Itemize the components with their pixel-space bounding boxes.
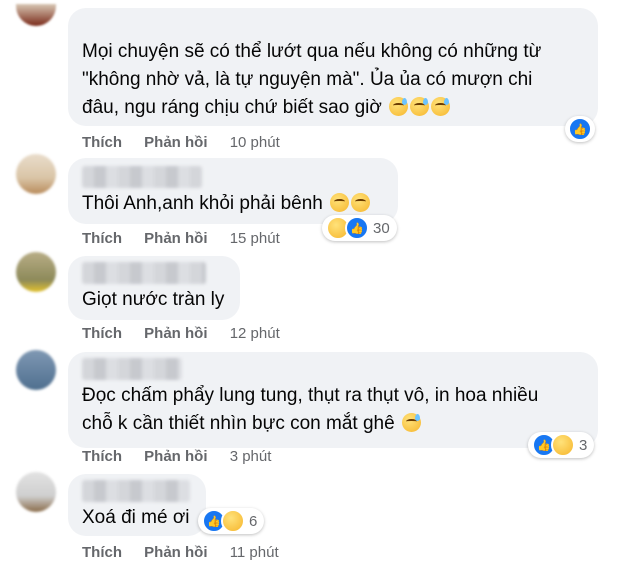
timestamp[interactable]: 15 phút xyxy=(230,230,280,247)
like-link[interactable]: Thích xyxy=(82,230,122,247)
like-link[interactable]: Thích xyxy=(82,544,122,561)
reply-link[interactable]: Phản hồi xyxy=(144,544,207,561)
haha-reaction-icon xyxy=(551,433,575,457)
sweat-smile-emoji xyxy=(401,413,421,432)
comment-line: Mọi chuyện sẽ có thể lướt qua nếu không … xyxy=(82,41,542,62)
avatar[interactable] xyxy=(16,472,56,512)
rolling-laughing-emoji xyxy=(431,97,451,116)
comment-line: Xoá đi mé ơi xyxy=(82,507,190,528)
comment-actions: Thích Phản hồi 15 phút xyxy=(82,230,280,247)
reaction-summary[interactable]: 👍 3 xyxy=(528,432,595,458)
reaction-count: 3 xyxy=(579,436,588,454)
comment-actions: Thích Phản hồi 3 phút xyxy=(82,448,271,465)
comment-text: Mọi chuyện sẽ có thể lướt qua nếu không … xyxy=(82,38,582,122)
relieved-emoji xyxy=(351,193,371,212)
reply-link[interactable]: Phản hồi xyxy=(144,325,207,342)
comment-actions: Thích Phản hồi 10 phút xyxy=(82,134,280,151)
like-reaction-icon: 👍 xyxy=(345,216,369,240)
timestamp[interactable]: 3 phút xyxy=(230,448,272,465)
avatar[interactable] xyxy=(16,154,56,194)
avatar[interactable] xyxy=(16,4,56,26)
comment-line: Đọc chấm phẩy lung tung, thụt ra thụt vô… xyxy=(82,385,539,406)
reaction-summary[interactable]: 👍 30 xyxy=(322,215,397,241)
like-link[interactable]: Thích xyxy=(82,325,122,342)
reaction-summary[interactable]: 👍 xyxy=(565,116,595,142)
timestamp[interactable]: 12 phút xyxy=(230,325,280,342)
timestamp[interactable]: 10 phút xyxy=(230,134,280,151)
avatar[interactable] xyxy=(16,350,56,390)
comment-actions: Thích Phản hồi 12 phút xyxy=(82,325,280,342)
timestamp[interactable]: 11 phút xyxy=(230,544,279,561)
reply-link[interactable]: Phản hồi xyxy=(144,230,207,247)
comment-text: Xoá đi mé ơi xyxy=(82,504,212,532)
comment-text: Thôi Anh,anh khỏi phải bênh xyxy=(82,190,402,218)
reply-link[interactable]: Phản hồi xyxy=(144,134,207,151)
comment-text: Đọc chấm phẩy lung tung, thụt ra thụt vô… xyxy=(82,382,592,438)
avatar[interactable] xyxy=(16,252,56,292)
rolling-laughing-emoji xyxy=(410,97,430,116)
reaction-summary[interactable]: 👍 6 xyxy=(198,508,265,534)
like-link[interactable]: Thích xyxy=(82,448,122,465)
comment-actions: Thích Phản hồi 11 phút xyxy=(82,544,279,561)
comment-line-with-emoji: đâu, ngu ráng chịu chứ biết sao giờ xyxy=(82,94,582,122)
reaction-count: 6 xyxy=(249,512,258,530)
rolling-laughing-emoji xyxy=(389,97,409,116)
comment-line: đâu, ngu ráng chịu chứ biết sao giờ xyxy=(82,97,382,118)
haha-reaction-icon xyxy=(221,509,245,533)
author-name[interactable] xyxy=(82,480,190,502)
like-link[interactable]: Thích xyxy=(82,134,122,151)
comment-text: Giọt nước tràn ly xyxy=(82,286,242,314)
reaction-count: 30 xyxy=(373,219,390,237)
comment-line: chỗ k cần thiết nhìn bực con mắt ghê xyxy=(82,413,395,434)
like-reaction-icon: 👍 xyxy=(568,117,592,141)
author-name[interactable] xyxy=(82,166,202,188)
comment-line-with-emoji: chỗ k cần thiết nhìn bực con mắt ghê xyxy=(82,410,592,438)
comment-line: Thôi Anh,anh khỏi phải bênh xyxy=(82,193,323,214)
author-name[interactable] xyxy=(82,358,182,380)
reply-link[interactable]: Phản hồi xyxy=(144,448,207,465)
comment-line: Giọt nước tràn ly xyxy=(82,289,225,310)
relieved-emoji xyxy=(330,193,350,212)
author-name[interactable] xyxy=(82,262,206,284)
comment-line: "không nhờ vả, là tự nguyện mà". Ủa ủa c… xyxy=(82,69,533,90)
